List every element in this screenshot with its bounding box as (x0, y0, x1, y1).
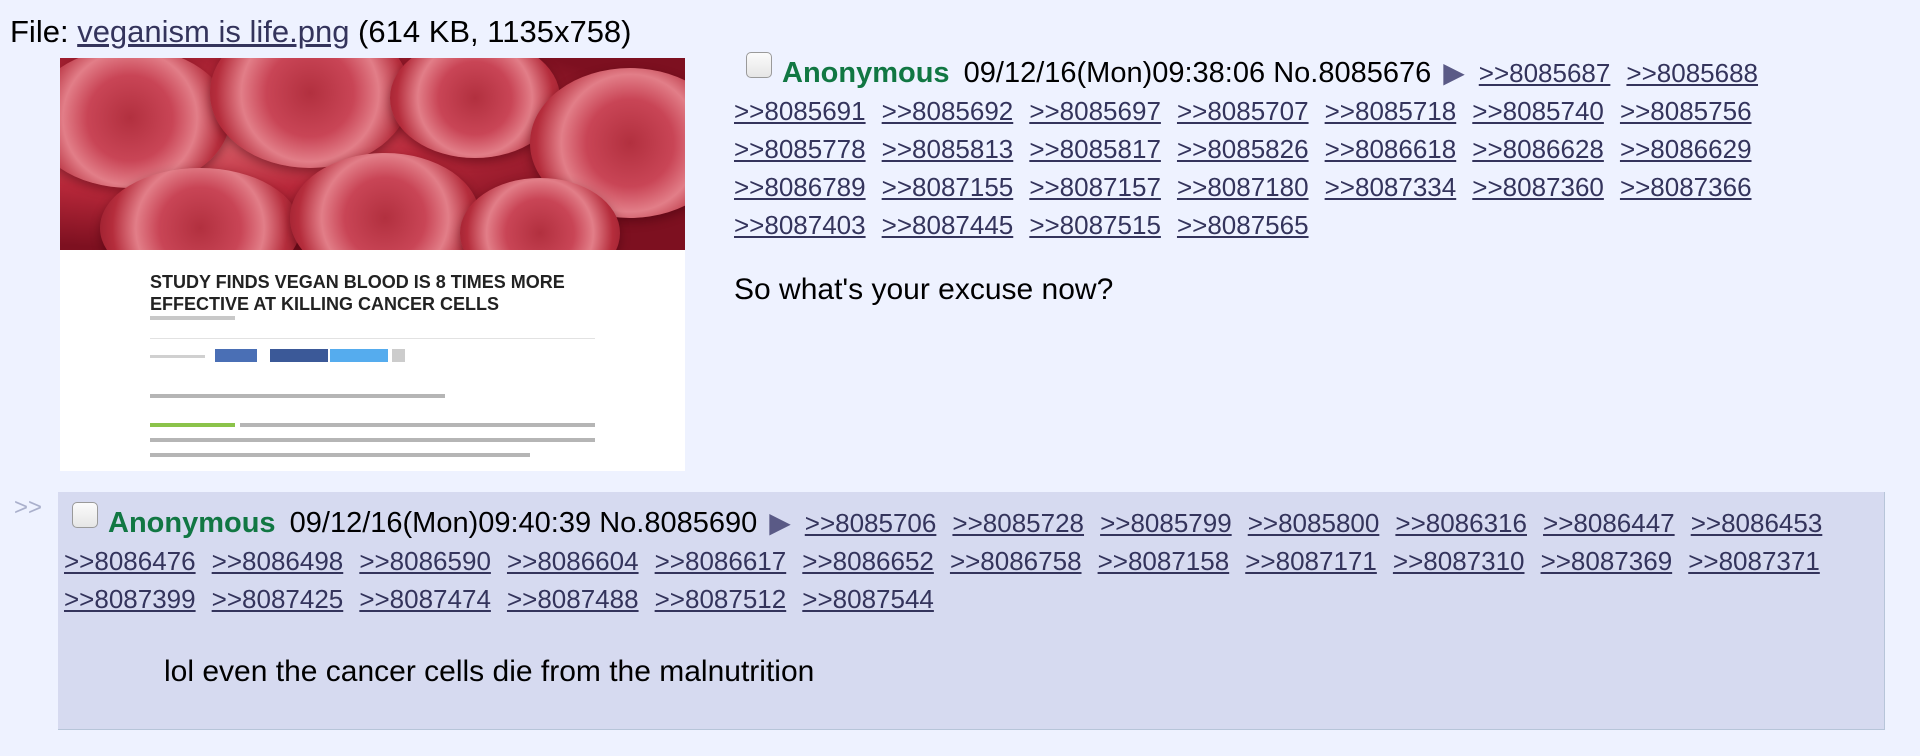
backlink[interactable]: >>8087157 (1029, 172, 1161, 202)
backlink[interactable]: >>8086316 (1395, 508, 1527, 538)
thumbnail-share-label (150, 355, 205, 358)
backlink[interactable]: >>8085728 (952, 508, 1084, 538)
backlink[interactable]: >>8087399 (64, 584, 196, 614)
op-post: Anonymous 09/12/16(Mon)09:38:06 No.80856… (734, 52, 1884, 310)
reply-post-number[interactable]: No.8085690 (599, 507, 757, 539)
thumbnail-facebook-button (270, 349, 328, 362)
file-label: File: (10, 14, 78, 49)
backlink[interactable]: >>8087334 (1325, 172, 1457, 202)
backlink[interactable]: >>8086447 (1543, 508, 1675, 538)
backlink[interactable]: >>8085799 (1100, 508, 1232, 538)
backlink[interactable]: >>8087515 (1029, 210, 1161, 240)
backlink[interactable]: >>8085697 (1029, 96, 1161, 126)
thumbnail-headline: STUDY FINDS VEGAN BLOOD IS 8 TIMES MORE … (150, 272, 565, 314)
backlink[interactable]: >>8085740 (1472, 96, 1604, 126)
thumbnail-text-line (240, 423, 595, 427)
backlink[interactable]: >>8085756 (1620, 96, 1752, 126)
backlink[interactable]: >>8087512 (655, 584, 787, 614)
backlink[interactable]: >>8085778 (734, 134, 866, 164)
backlink[interactable]: >>8087180 (1177, 172, 1309, 202)
backlink[interactable]: >>8086498 (212, 546, 344, 576)
backlink[interactable]: >>8085800 (1248, 508, 1380, 538)
file-meta: (614 KB, 1135x758) (349, 14, 632, 49)
backlink[interactable]: >>8085826 (1177, 134, 1309, 164)
backlink[interactable]: >>8086453 (1691, 508, 1823, 538)
reply-side-arrows: >> (14, 494, 43, 521)
backlink[interactable]: >>8085688 (1626, 58, 1758, 88)
backlink[interactable]: >>8087565 (1177, 210, 1309, 240)
backlink[interactable]: >>8086628 (1472, 134, 1604, 164)
thumbnail-like-button (215, 349, 257, 362)
backlink[interactable]: >>8085692 (882, 96, 1014, 126)
reply-post-header: Anonymous 09/12/16(Mon)09:40:39 No.80856… (64, 502, 1878, 618)
backlink[interactable]: >>8087366 (1620, 172, 1752, 202)
backlink[interactable]: >>8086789 (734, 172, 866, 202)
op-comment: So what's your excuse now? (734, 273, 1114, 306)
backlink[interactable]: >>8086590 (359, 546, 491, 576)
thumbnail-text-line (150, 438, 595, 442)
backlink[interactable]: >>8087474 (359, 584, 491, 614)
reply-post-checkbox[interactable] (72, 502, 98, 528)
reply-post: Anonymous 09/12/16(Mon)09:40:39 No.80856… (58, 492, 1885, 730)
file-link[interactable]: veganism is life.png (77, 14, 349, 49)
backlink[interactable]: >>8087369 (1541, 546, 1673, 576)
op-post-datetime: 09/12/16(Mon)09:38:06 (963, 57, 1266, 89)
reply-post-menu-arrow-icon[interactable]: ▶ (769, 504, 791, 542)
backlink[interactable]: >>8085813 (882, 134, 1014, 164)
backlink[interactable]: >>8085687 (1479, 58, 1611, 88)
thumbnail-text-link (150, 423, 235, 427)
backlink[interactable]: >>8086652 (802, 546, 934, 576)
op-post-number[interactable]: No.8085676 (1273, 57, 1431, 89)
backlink[interactable]: >>8087488 (507, 584, 639, 614)
backlink[interactable]: >>8087445 (882, 210, 1014, 240)
reply-poster-name: Anonymous (108, 507, 276, 539)
thumbnail-twitter-button (330, 349, 388, 362)
reply-post-datetime: 09/12/16(Mon)09:40:39 (289, 507, 592, 539)
backlink[interactable]: >>8085707 (1177, 96, 1309, 126)
backlink[interactable]: >>8087425 (212, 584, 344, 614)
post-image-thumbnail[interactable]: STUDY FINDS VEGAN BLOOD IS 8 TIMES MORE … (60, 58, 685, 471)
backlink[interactable]: >>8085718 (1325, 96, 1457, 126)
thumbnail-text-line (150, 453, 530, 457)
file-info: File: veganism is life.png (614 KB, 1135… (10, 12, 632, 52)
thumbnail-byline (150, 316, 235, 320)
backlink[interactable]: >>8086629 (1620, 134, 1752, 164)
op-post-menu-arrow-icon[interactable]: ▶ (1443, 54, 1465, 92)
backlink[interactable]: >>8087371 (1688, 546, 1820, 576)
backlink[interactable]: >>8086758 (950, 546, 1082, 576)
thumbnail-text-line (150, 394, 445, 398)
thumbnail-divider (150, 338, 595, 339)
op-post-checkbox[interactable] (746, 52, 772, 78)
backlink[interactable]: >>8087171 (1245, 546, 1377, 576)
backlink[interactable]: >>8086617 (655, 546, 787, 576)
op-poster-name: Anonymous (782, 57, 950, 89)
backlink[interactable]: >>8085706 (805, 508, 937, 538)
blood-cells-photo (60, 58, 685, 250)
backlink[interactable]: >>8087155 (882, 172, 1014, 202)
backlink[interactable]: >>8087310 (1393, 546, 1525, 576)
backlink[interactable]: >>8086618 (1325, 134, 1457, 164)
backlink[interactable]: >>8087158 (1098, 546, 1230, 576)
backlink[interactable]: >>8086476 (64, 546, 196, 576)
backlink[interactable]: >>8085691 (734, 96, 866, 126)
backlink[interactable]: >>8086604 (507, 546, 639, 576)
op-post-header: Anonymous 09/12/16(Mon)09:38:06 No.80856… (734, 52, 1884, 244)
reply-comment: lol even the cancer cells die from the m… (164, 655, 815, 688)
thumbnail-more-button (392, 349, 405, 362)
backlink[interactable]: >>8085817 (1029, 134, 1161, 164)
backlink[interactable]: >>8087544 (802, 584, 934, 614)
backlink[interactable]: >>8087360 (1472, 172, 1604, 202)
backlink[interactable]: >>8087403 (734, 210, 866, 240)
